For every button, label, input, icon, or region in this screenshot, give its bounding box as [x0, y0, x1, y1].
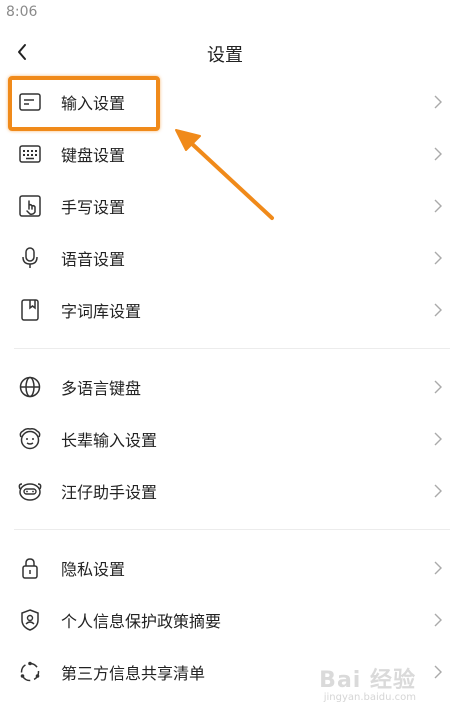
- watermark-logo: Bai 经验: [319, 668, 416, 693]
- watermark-url: jingyan.baidu.com: [323, 692, 416, 703]
- annotation-arrow-icon: [175, 129, 274, 220]
